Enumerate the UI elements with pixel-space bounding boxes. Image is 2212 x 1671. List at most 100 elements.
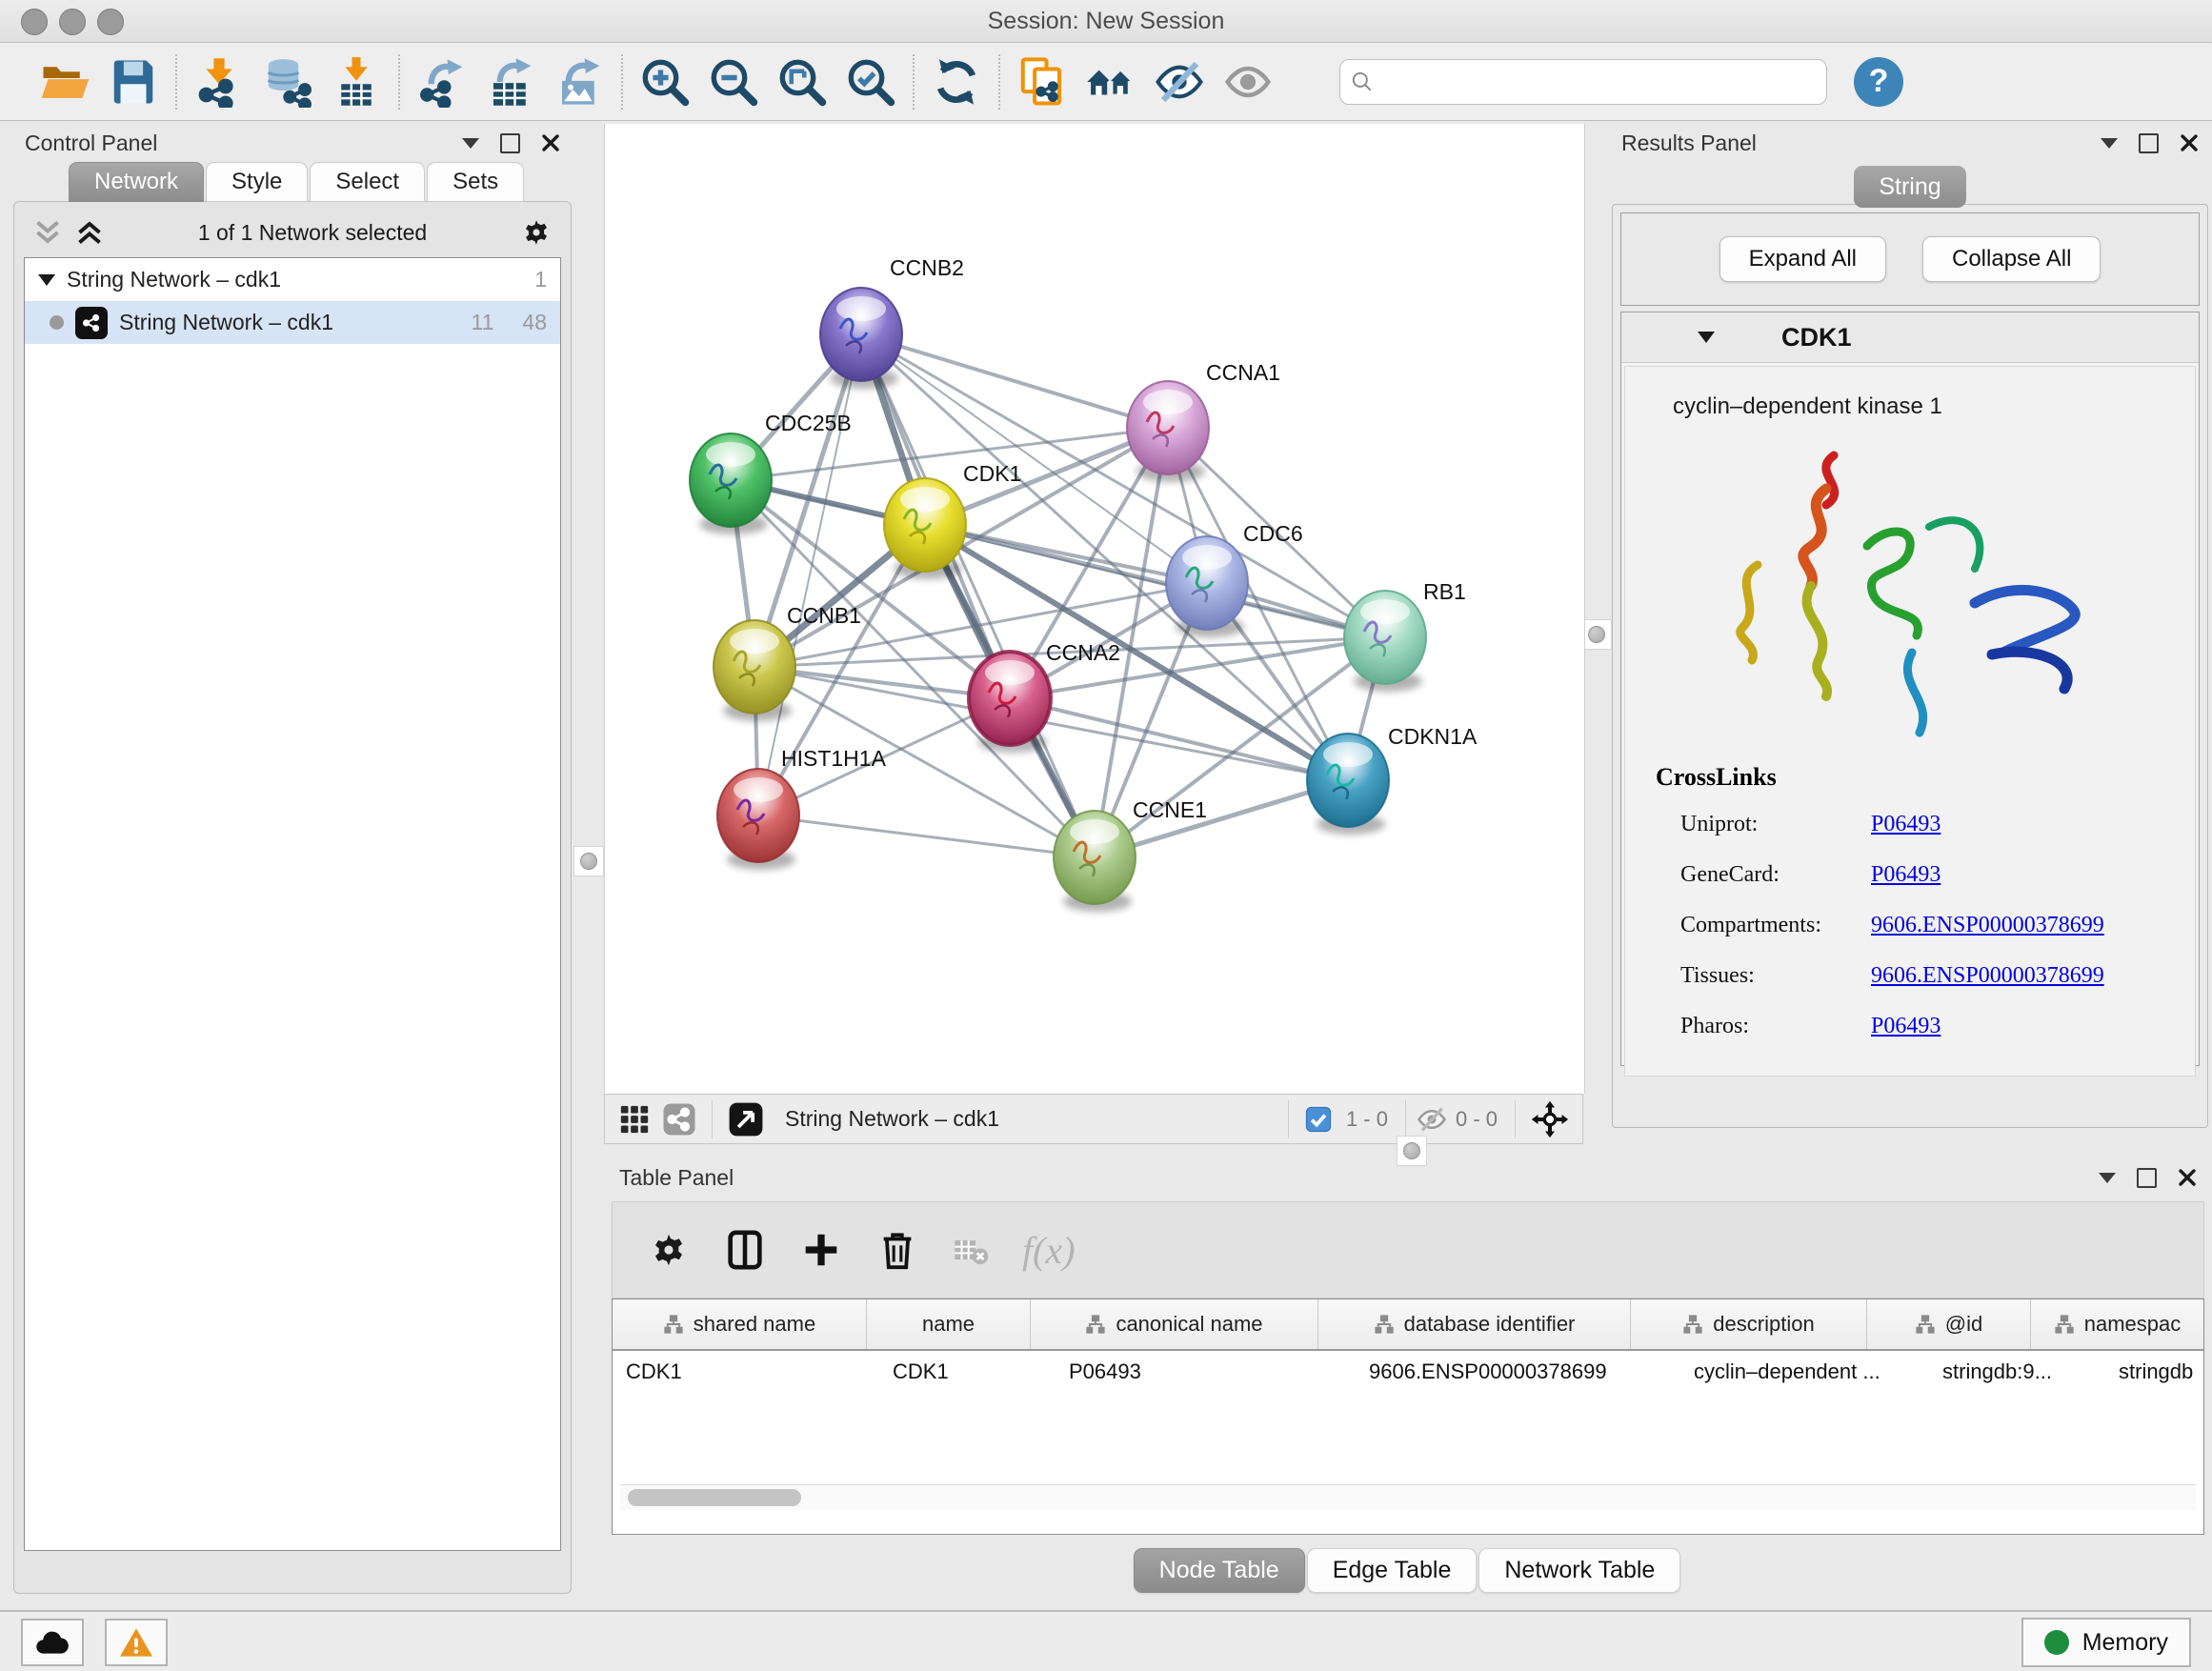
export-table-button[interactable] bbox=[476, 51, 545, 112]
collapse-all-button[interactable]: Collapse All bbox=[1922, 236, 2101, 282]
zoom-selected-button[interactable] bbox=[836, 51, 905, 112]
zoom-in-button[interactable] bbox=[631, 51, 699, 112]
collapse-panel-icon[interactable] bbox=[2099, 1173, 2116, 1183]
network-graph[interactable]: CCNB2CCNA1CDC25BCDK1CDC6RB1CCNB1CCNA2CDK… bbox=[605, 124, 1584, 1094]
import-table-button[interactable] bbox=[322, 51, 391, 112]
network-edge[interactable] bbox=[861, 334, 1095, 857]
pan-mode-button[interactable] bbox=[1525, 1100, 1575, 1138]
export-network-button[interactable] bbox=[408, 51, 476, 112]
column-header-description[interactable]: description bbox=[1631, 1299, 1867, 1349]
network-edge[interactable] bbox=[758, 334, 861, 815]
left-splitter[interactable] bbox=[572, 124, 604, 1580]
close-panel-icon[interactable] bbox=[2180, 133, 2199, 152]
network-row[interactable]: String Network – cdk1 11 48 bbox=[25, 301, 560, 344]
column-header-name[interactable]: name bbox=[867, 1299, 1031, 1349]
column-header-shared-name[interactable]: shared name bbox=[613, 1299, 867, 1349]
scrollbar-thumb[interactable] bbox=[628, 1489, 801, 1506]
collapse-all-icon[interactable] bbox=[31, 218, 64, 247]
memory-button[interactable]: Memory bbox=[2021, 1618, 2191, 1667]
float-panel-icon[interactable] bbox=[500, 133, 520, 153]
tab-network[interactable]: Network bbox=[69, 162, 204, 202]
crosslink-compartments-link[interactable]: 9606.ENSP00000378699 bbox=[1871, 900, 2104, 951]
refresh-button[interactable] bbox=[922, 51, 991, 112]
zoom-out-icon bbox=[708, 56, 759, 108]
close-panel-icon[interactable] bbox=[2178, 1168, 2197, 1187]
column-header-database-identifier[interactable]: database identifier bbox=[1318, 1299, 1631, 1349]
cloud-status-button[interactable] bbox=[21, 1619, 84, 1666]
right-splitter[interactable] bbox=[1583, 124, 1608, 1146]
tab-sets[interactable]: Sets bbox=[427, 162, 524, 202]
network-node-CCNE1[interactable]: CCNE1 bbox=[1054, 797, 1207, 912]
tab-style[interactable]: Style bbox=[206, 162, 308, 202]
control-panel-tabs: Network Style Select Sets bbox=[69, 162, 572, 202]
column-header-canonical-name[interactable]: canonical name bbox=[1031, 1299, 1318, 1349]
network-collection-label: String Network – cdk1 bbox=[67, 267, 281, 292]
column-header-namespace[interactable]: namespac bbox=[2031, 1299, 2203, 1349]
network-canvas[interactable]: CCNB2CCNA1CDC25BCDK1CDC6RB1CCNB1CCNA2CDK… bbox=[604, 124, 1585, 1094]
left-splitter-grip[interactable] bbox=[573, 846, 604, 876]
help-button[interactable]: ? bbox=[1854, 57, 1903, 107]
protein-description: cyclin–dependent kinase 1 bbox=[1625, 380, 2195, 426]
open-in-window-button[interactable] bbox=[722, 1101, 770, 1137]
crosslink-pharos-link[interactable]: P06493 bbox=[1871, 1001, 1941, 1052]
zoom-out-button[interactable] bbox=[699, 51, 768, 112]
tab-select[interactable]: Select bbox=[310, 162, 425, 202]
birdseye-view-button[interactable] bbox=[613, 1103, 656, 1136]
window-title: Session: New Session bbox=[0, 0, 2212, 42]
disclosure-triangle-icon[interactable] bbox=[38, 274, 55, 286]
network-edge[interactable] bbox=[758, 815, 1095, 857]
search-input[interactable] bbox=[1375, 69, 1817, 95]
network-node-CDC25B[interactable]: CDC25B bbox=[690, 411, 852, 534]
selected-indicator[interactable] bbox=[1298, 1105, 1338, 1134]
network-node-CCNA2[interactable]: CCNA2 bbox=[969, 640, 1120, 753]
horizontal-splitter[interactable] bbox=[604, 1144, 2212, 1158]
expand-all-button[interactable]: Expand All bbox=[1719, 236, 1886, 282]
tab-edge-table[interactable]: Edge Table bbox=[1307, 1548, 1478, 1593]
collapse-panel-icon[interactable] bbox=[2101, 138, 2118, 149]
delete-column-icon[interactable] bbox=[875, 1228, 919, 1272]
string-home-button[interactable] bbox=[1076, 51, 1145, 112]
import-network-from-database-button[interactable] bbox=[253, 51, 322, 112]
crosslink-genecard-link[interactable]: P06493 bbox=[1871, 850, 1941, 900]
warnings-button[interactable] bbox=[105, 1619, 168, 1666]
toolbar-separator bbox=[998, 54, 1000, 110]
appearance-button[interactable] bbox=[1214, 51, 1282, 112]
expand-all-icon[interactable] bbox=[73, 218, 106, 247]
network-node-CCNB2[interactable]: CCNB2 bbox=[820, 255, 964, 389]
cell-database-identifier: 9606.ENSP00000378699 bbox=[1356, 1359, 1680, 1384]
protein-disclosure-icon[interactable] bbox=[1698, 332, 1715, 343]
close-panel-icon[interactable] bbox=[541, 133, 560, 152]
clone-network-button[interactable] bbox=[1008, 51, 1076, 112]
network-selection-status: 1 of 1 Network selected bbox=[106, 220, 519, 246]
export-image-button[interactable] bbox=[545, 51, 613, 112]
column-header-id[interactable]: @id bbox=[1867, 1299, 2031, 1349]
table-horizontal-scrollbar[interactable] bbox=[620, 1484, 2196, 1510]
crosslink-uniprot-link[interactable]: P06493 bbox=[1871, 799, 1941, 850]
save-session-button[interactable] bbox=[99, 51, 168, 112]
crosslink-tissues-link[interactable]: 9606.ENSP00000378699 bbox=[1871, 951, 2104, 1001]
collapse-panel-icon[interactable] bbox=[462, 138, 479, 149]
open-session-button[interactable] bbox=[30, 51, 99, 112]
gear-icon[interactable] bbox=[519, 215, 553, 250]
network-edge[interactable] bbox=[861, 334, 1168, 428]
tab-string[interactable]: String bbox=[1854, 166, 1966, 208]
float-panel-icon[interactable] bbox=[2137, 1168, 2157, 1188]
network-collection-row[interactable]: String Network – cdk1 1 bbox=[25, 258, 560, 301]
import-network-button[interactable] bbox=[185, 51, 253, 112]
table-row[interactable]: CDK1 CDK1 P06493 9606.ENSP00000378699 cy… bbox=[613, 1351, 2203, 1393]
show-columns-icon[interactable] bbox=[723, 1228, 767, 1272]
tab-node-table[interactable]: Node Table bbox=[1134, 1548, 1305, 1593]
zoom-fit-button[interactable] bbox=[768, 51, 836, 112]
network-node-CDKN1A[interactable]: CDKN1A bbox=[1307, 724, 1478, 835]
checkbox-checked-icon bbox=[1304, 1105, 1333, 1134]
table-settings-gear-icon[interactable] bbox=[647, 1228, 691, 1272]
network-node-RB1[interactable]: RB1 bbox=[1344, 579, 1466, 692]
current-network-dot[interactable] bbox=[50, 315, 64, 330]
network-type-button[interactable] bbox=[656, 1102, 702, 1137]
network-node-HIST1H1A[interactable]: HIST1H1A bbox=[717, 746, 887, 870]
create-column-icon[interactable] bbox=[799, 1228, 843, 1272]
cell-name: CDK1 bbox=[879, 1359, 1056, 1384]
float-panel-icon[interactable] bbox=[2139, 133, 2159, 153]
hide-unhide-button[interactable] bbox=[1145, 51, 1214, 112]
tab-network-table[interactable]: Network Table bbox=[1478, 1548, 1680, 1593]
